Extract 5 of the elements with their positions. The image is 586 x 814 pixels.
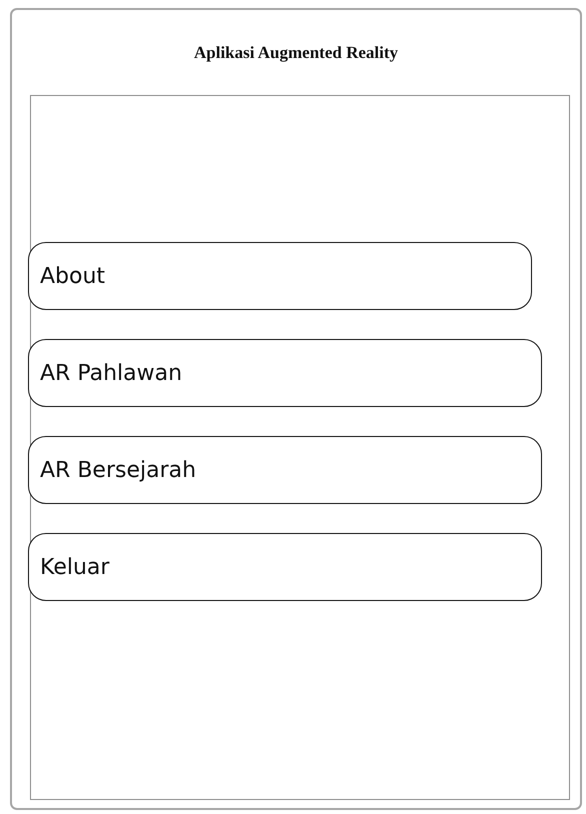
menu-button[interactable]: About <box>28 242 532 310</box>
menu-button[interactable]: AR Bersejarah <box>28 436 542 504</box>
menu-button[interactable]: Keluar <box>28 533 542 601</box>
window-title: Aplikasi Augmented Reality <box>192 42 400 64</box>
menu-button[interactable]: AR Pahlawan <box>28 339 542 407</box>
